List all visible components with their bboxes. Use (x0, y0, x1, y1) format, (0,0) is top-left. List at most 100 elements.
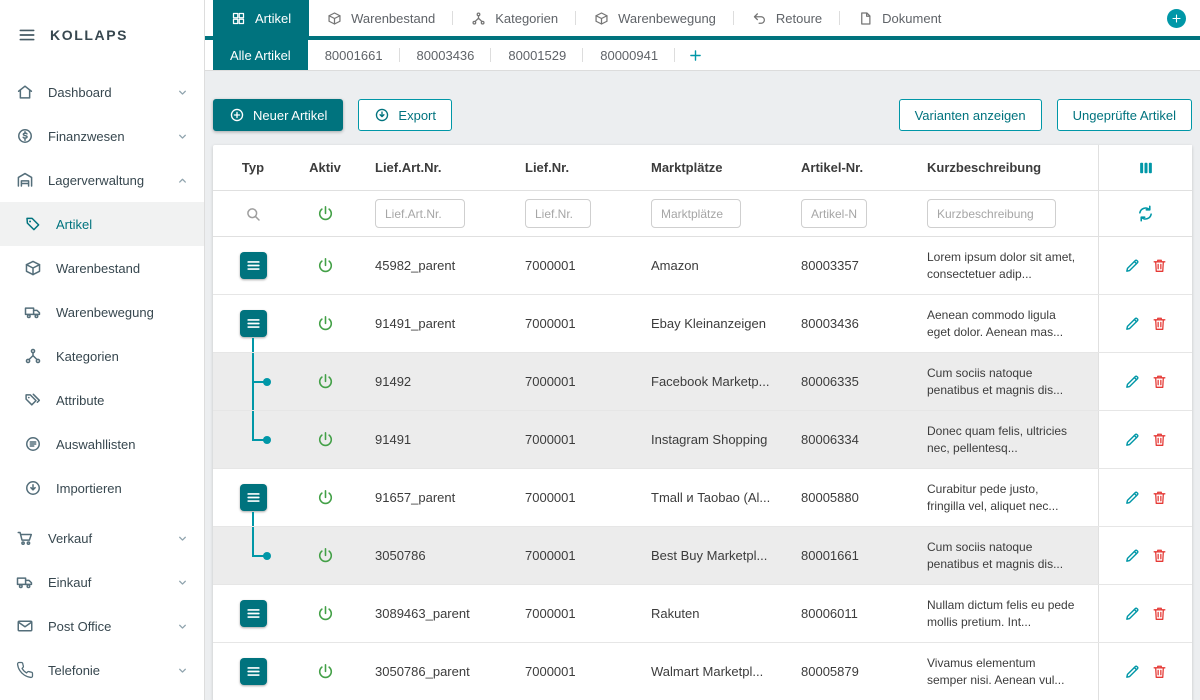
sidebar-item-warenbewegung[interactable]: Warenbewegung (0, 290, 204, 334)
sidebar-item-dashboard[interactable]: Dashboard (0, 70, 204, 114)
subtab-alle-artikel[interactable]: Alle Artikel (213, 40, 308, 70)
row-actions (1098, 643, 1192, 700)
row-variants-button[interactable] (240, 658, 267, 685)
chevron-icon (175, 173, 190, 188)
sidebar-item-finanzwesen[interactable]: Finanzwesen (0, 114, 204, 158)
sidebar-item-post-office[interactable]: Post Office (0, 604, 204, 648)
tab-artikel[interactable]: Artikel (213, 0, 309, 36)
filter-kurzbeschreibung-input[interactable] (927, 199, 1056, 228)
row-variants-button[interactable] (240, 600, 267, 627)
table-row-7[interactable]: 3089463_parent 7000001 Rakuten 80006011 … (213, 585, 1192, 643)
filter-lief-nr-input[interactable] (525, 199, 591, 228)
lief-art-nr-cell: 45982_parent (357, 258, 507, 273)
row-variants-button[interactable] (240, 484, 267, 511)
sidebar-item-verkauf[interactable]: Verkauf (0, 516, 204, 560)
new-article-button[interactable]: Neuer Artikel (213, 99, 343, 131)
marktplatz-cell: Best Buy Marketpl... (633, 548, 783, 563)
lief-nr-cell: 7000001 (507, 374, 633, 389)
delete-icon[interactable] (1151, 257, 1168, 274)
edit-icon[interactable] (1124, 663, 1141, 680)
delete-icon[interactable] (1151, 373, 1168, 390)
edit-icon[interactable] (1124, 257, 1141, 274)
sidebar-item-warenbestand[interactable]: Warenbestand (0, 246, 204, 290)
box-icon (327, 11, 342, 26)
active-toggle-icon[interactable] (316, 546, 335, 565)
lief-art-nr-cell: 3050786 (357, 548, 507, 563)
active-toggle-icon[interactable] (316, 430, 335, 449)
active-cell (293, 604, 357, 623)
home-icon (16, 83, 34, 101)
type-cell (213, 585, 293, 642)
sidebar-item-telefonie[interactable]: Telefonie (0, 648, 204, 692)
active-toggle-icon[interactable] (316, 662, 335, 681)
active-toggle-icon[interactable] (316, 488, 335, 507)
table-row-2[interactable]: 91491_parent 7000001 Ebay Kleinanzeigen … (213, 295, 1192, 353)
columns-icon[interactable] (1137, 159, 1155, 177)
tab-warenbewegung[interactable]: Warenbewegung (576, 0, 734, 36)
row-variants-button[interactable] (240, 310, 267, 337)
sidebar-item-importieren[interactable]: Importieren (0, 466, 204, 510)
sidebar-item-kategorien[interactable]: Kategorien (0, 334, 204, 378)
active-filter-icon[interactable] (316, 204, 335, 223)
sidebar-item-artikel[interactable]: Artikel (0, 202, 204, 246)
delete-icon[interactable] (1151, 547, 1168, 564)
header-aktiv: Aktiv (293, 160, 357, 175)
active-toggle-icon[interactable] (316, 256, 335, 275)
subtab-80001529[interactable]: 80001529 (491, 40, 583, 70)
filter-marktplaetze-input[interactable] (651, 199, 741, 228)
delete-icon[interactable] (1151, 489, 1168, 506)
type-cell (213, 469, 293, 526)
subtab-80003436[interactable]: 80003436 (400, 40, 492, 70)
app-root: KOLLAPS Dashboard Finanzwesen Lagerverwa… (0, 0, 1200, 700)
filter-lief-art-nr-input[interactable] (375, 199, 465, 228)
tab-retoure[interactable]: Retoure (734, 0, 840, 36)
edit-icon[interactable] (1124, 373, 1141, 390)
table-row-1[interactable]: 45982_parent 7000001 Amazon 80003357 Lor… (213, 237, 1192, 295)
unapproved-articles-button[interactable]: Ungeprüfte Artikel (1057, 99, 1192, 131)
tab-dokument[interactable]: Dokument (840, 0, 959, 36)
tab-warenbestand[interactable]: Warenbestand (309, 0, 453, 36)
add-tab-button[interactable] (1167, 9, 1186, 28)
table-row-4[interactable]: 91491 7000001 Instagram Shopping 8000633… (213, 411, 1192, 469)
row-variants-button[interactable] (240, 252, 267, 279)
subtab-80001661[interactable]: 80001661 (308, 40, 400, 70)
show-variants-button[interactable]: Varianten anzeigen (899, 99, 1042, 131)
table-row-5[interactable]: 91657_parent 7000001 Tmall и Taobao (Al.… (213, 469, 1192, 527)
delete-icon[interactable] (1151, 605, 1168, 622)
edit-icon[interactable] (1124, 431, 1141, 448)
refresh-icon[interactable] (1136, 204, 1155, 223)
tab-kategorien[interactable]: Kategorien (453, 0, 576, 36)
unapproved-label: Ungeprüfte Artikel (1073, 108, 1176, 123)
table-row-6[interactable]: 3050786 7000001 Best Buy Marketpl... 800… (213, 527, 1192, 585)
sidebar-item-einkauf[interactable]: Einkauf (0, 560, 204, 604)
edit-icon[interactable] (1124, 547, 1141, 564)
sidebar-item-auswahllisten[interactable]: Auswahllisten (0, 422, 204, 466)
content: Neuer Artikel Export Varianten anzeigen … (205, 71, 1200, 700)
menu-icon[interactable] (17, 25, 37, 45)
delete-icon[interactable] (1151, 431, 1168, 448)
lief-nr-cell: 7000001 (507, 548, 633, 563)
subtab-80000941[interactable]: 80000941 (583, 40, 675, 70)
delete-icon[interactable] (1151, 663, 1168, 680)
table-row-8[interactable]: 3050786_parent 7000001 Walmart Marketpl.… (213, 643, 1192, 700)
active-toggle-icon[interactable] (316, 372, 335, 391)
edit-icon[interactable] (1124, 315, 1141, 332)
active-toggle-icon[interactable] (316, 314, 335, 333)
sidebar-item-lagerverwaltung[interactable]: Lagerverwaltung (0, 158, 204, 202)
lief-nr-cell: 7000001 (507, 606, 633, 621)
filter-artikel-nr-input[interactable] (801, 199, 867, 228)
active-toggle-icon[interactable] (316, 604, 335, 623)
export-button[interactable]: Export (358, 99, 452, 131)
delete-icon[interactable] (1151, 315, 1168, 332)
main-tabs: Artikel Warenbestand Kategorien Warenbew… (213, 0, 959, 36)
add-article-tab-button[interactable] (687, 47, 704, 64)
edit-icon[interactable] (1124, 605, 1141, 622)
warehouse-icon (16, 171, 34, 189)
tab-label: Artikel (255, 11, 291, 26)
article-subtabbar: Alle Artikel8000166180003436800015298000… (205, 40, 1200, 71)
type-cell (213, 295, 293, 352)
sidebar-item-attribute[interactable]: Attribute (0, 378, 204, 422)
table-row-3[interactable]: 91492 7000001 Facebook Marketp... 800063… (213, 353, 1192, 411)
main-tabbar: Artikel Warenbestand Kategorien Warenbew… (205, 0, 1200, 40)
edit-icon[interactable] (1124, 489, 1141, 506)
